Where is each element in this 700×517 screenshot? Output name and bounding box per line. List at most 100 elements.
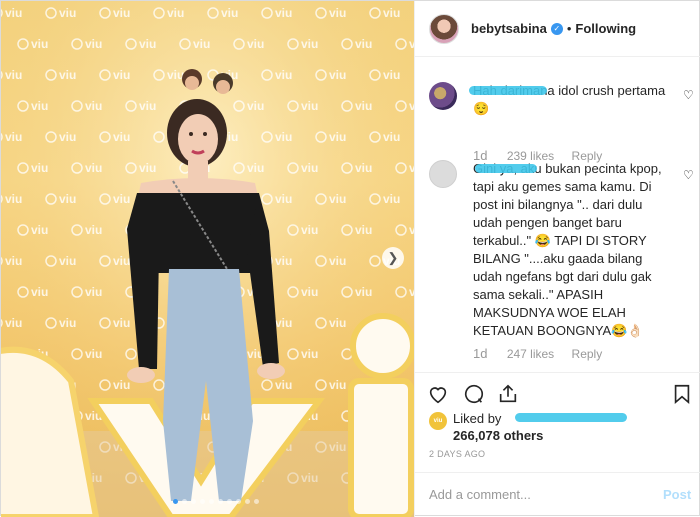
username-link[interactable]: bebytsabina (471, 21, 547, 36)
bookmark-icon[interactable] (671, 383, 693, 405)
comment-input[interactable]: Add a comment... (429, 487, 531, 502)
viu-watermark-text: viu (275, 254, 292, 268)
viu-watermark-text: viu (5, 6, 22, 20)
viu-watermark-text: viu (275, 68, 292, 82)
post-photo[interactable]: viu viu viu viu viu viu viu viu viu viu viu viu viu v… (1, 1, 414, 517)
viu-watermark-text: viu (5, 254, 22, 268)
viu-watermark-text: viu (355, 285, 372, 299)
viu-watermark-text: viu (355, 99, 372, 113)
comment-meta: 1d 247 likes Reply (473, 346, 616, 361)
carousel-dot (236, 499, 241, 504)
share-icon[interactable] (497, 383, 519, 405)
viu-watermark-text: viu (139, 99, 156, 113)
viu-watermark-text: viu (383, 68, 400, 82)
next-photo-button[interactable]: ❯ (382, 247, 404, 269)
carousel-dot (254, 499, 259, 504)
viu-watermark-text: viu (59, 192, 76, 206)
following-button[interactable]: Following (575, 21, 636, 36)
viu-watermark-text: viu (113, 254, 130, 268)
liked-by-prefix: Liked by (453, 411, 502, 426)
comment-bubble-icon[interactable] (463, 383, 485, 405)
carousel-dot (200, 499, 205, 504)
viu-watermark-text: viu (59, 130, 76, 144)
viu-watermark-text: viu (355, 161, 372, 175)
viu-watermark-text: viu (301, 37, 318, 51)
commenter-avatar[interactable] (429, 160, 457, 188)
viu-watermark-text: viu (301, 347, 318, 361)
carousel-dot (218, 499, 223, 504)
viu-watermark-text: viu (113, 192, 130, 206)
like-comment-heart-icon[interactable]: ♡ (683, 88, 694, 102)
viu-watermark-text: viu (275, 6, 292, 20)
viu-watermark-text: viu (329, 6, 346, 20)
carousel-dot (182, 499, 187, 504)
comment-text: Gini ya, aku bukan pecinta kpop, tapi ak… (473, 160, 668, 340)
viu-watermark-text: viu (113, 378, 130, 392)
post-sidebar: bebytsabina ✓ • Following Hah darimana i… (414, 1, 700, 517)
chevron-right-icon: ❯ (387, 250, 399, 265)
viu-watermark-text: viu (275, 130, 292, 144)
viu-watermark-text: viu (5, 316, 22, 330)
redaction-scribble (475, 164, 537, 173)
viu-watermark-text: viu (5, 68, 22, 82)
action-bar (415, 372, 700, 413)
comment-content: Gini ya, aku bukan pecinta kpop, tapi ak… (473, 161, 662, 338)
viu-watermark-text: viu (139, 37, 156, 51)
viu-watermark-text: viu (329, 316, 346, 330)
likes-count-link[interactable]: 266,078 others (453, 428, 543, 443)
viu-watermark-text: viu (5, 192, 22, 206)
like-comment-heart-icon[interactable]: ♡ (683, 168, 694, 182)
viu-watermark-text: viu (113, 6, 130, 20)
viu-watermark-text: viu (59, 68, 76, 82)
viu-watermark-text: viu (247, 37, 264, 51)
viu-watermark-text: viu (193, 37, 210, 51)
carousel-dot (173, 499, 178, 504)
viu-watermark-text: viu (85, 37, 102, 51)
comment-likes-link[interactable]: 247 likes (507, 347, 554, 361)
reply-button[interactable]: Reply (572, 347, 603, 361)
viu-watermark-text: viu (85, 223, 102, 237)
carousel-dots (173, 499, 259, 504)
carousel-dot (245, 499, 250, 504)
viu-watermark-text: viu (301, 161, 318, 175)
viu-watermark-text: viu (301, 99, 318, 113)
viu-watermark-text: viu (275, 378, 292, 392)
viu-watermark-text: viu (59, 6, 76, 20)
carousel-dot (209, 499, 214, 504)
commenter-avatar[interactable] (429, 82, 457, 110)
viu-watermark-text: viu (31, 161, 48, 175)
comment-time: 1d (473, 346, 488, 361)
verified-badge-icon: ✓ (550, 22, 563, 35)
comments-list: Hah darimana idol crush pertama 😌 ♡ 1d 2… (415, 58, 700, 372)
viu-watermark-text: viu (85, 285, 102, 299)
viu-watermark-text: viu (383, 6, 400, 20)
like-heart-icon[interactable] (427, 383, 449, 405)
viu-watermark-text: viu (355, 223, 372, 237)
liker-avatar[interactable]: viu (429, 412, 447, 430)
viu-watermark-text: viu (329, 378, 346, 392)
viu-watermark-text: viu (301, 285, 318, 299)
viu-watermark-text: viu (59, 316, 76, 330)
viu-watermark-text: viu (275, 192, 292, 206)
viu-watermark-text: viu (31, 99, 48, 113)
viu-watermark-text: viu (167, 6, 184, 20)
avatar[interactable] (429, 13, 459, 44)
viu-watermark-text: viu (329, 192, 346, 206)
post-date: 2 DAYS AGO (429, 449, 486, 459)
viu-watermark-text: viu (85, 347, 102, 361)
viu-backdrop-image: viu viu viu viu viu viu viu viu viu viu viu viu viu v… (1, 1, 414, 517)
redaction-scribble (469, 86, 547, 95)
viu-watermark-text: viu (221, 6, 238, 20)
viu-watermark-text: viu (329, 68, 346, 82)
redaction-scribble (515, 413, 627, 422)
viu-watermark-text: viu (31, 285, 48, 299)
viu-watermark-text: viu (355, 37, 372, 51)
viu-watermark-text: viu (301, 223, 318, 237)
viu-watermark-text: viu (113, 68, 130, 82)
post-comment-button[interactable]: Post (663, 487, 691, 502)
viu-watermark-text: viu (383, 192, 400, 206)
add-comment-bar: Add a comment... Post (415, 472, 700, 517)
viu-watermark-text: viu (383, 130, 400, 144)
viu-watermark-text: viu (31, 37, 48, 51)
viu-watermark-text: viu (85, 161, 102, 175)
